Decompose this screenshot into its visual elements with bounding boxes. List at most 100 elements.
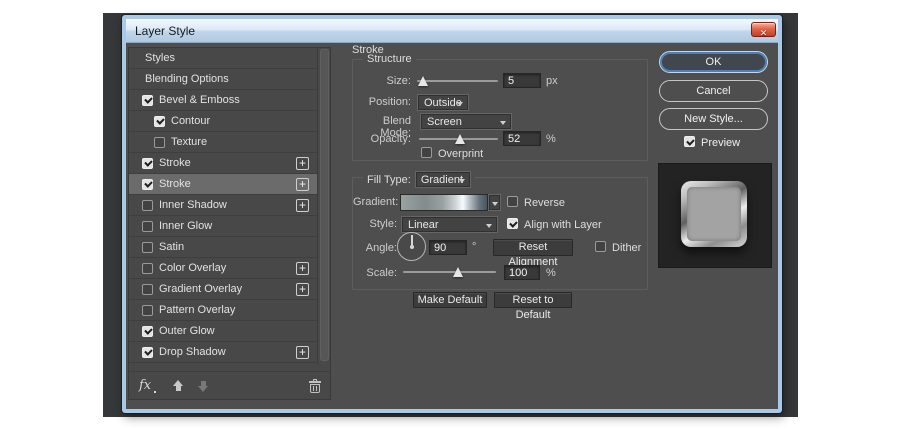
overprint-checkbox[interactable] [421,147,432,158]
align-with-layer-label: Align with Layer [524,219,602,231]
add-effect-button[interactable]: + [296,283,309,296]
fill-type-group: Fill Type: Gradient Gradient: Reverse St… [352,177,648,290]
cancel-button[interactable]: Cancel [659,80,768,102]
close-button[interactable]: ✕ [751,22,776,37]
layer-style-dialog: Layer Style ✕ Styles Blending Options B [122,15,782,413]
opacity-slider[interactable] [419,132,498,146]
style-dropdown[interactable]: Linear [401,216,498,233]
blend-mode-value: Screen [427,116,462,128]
app-backdrop: Layer Style ✕ Styles Blending Options B [103,13,798,417]
move-effect-down-icon[interactable] [198,380,209,392]
gradient-label: Gradient: [353,196,397,208]
add-effect-button[interactable]: + [296,262,309,275]
size-unit: px [546,75,558,87]
sidebar-item-stroke-2[interactable]: Stroke + [129,174,330,195]
reset-to-default-button[interactable]: Reset to Default [494,292,572,308]
sidebar-item-stroke-1[interactable]: Stroke + [129,153,330,174]
effect-checkbox[interactable] [142,95,153,106]
sidebar-item-gradient-overlay[interactable]: Gradient Overlay + [129,279,330,300]
sidebar-item-label: Contour [171,115,210,127]
preview-checkbox[interactable] [684,136,695,147]
sidebar-item-inner-glow[interactable]: Inner Glow [129,216,330,237]
style-value: Linear [408,219,439,231]
style-preview-thumbnail [658,163,772,268]
new-style-button[interactable]: New Style... [659,108,768,130]
slider-track[interactable] [403,271,496,273]
preview-stroke-ring [681,181,747,247]
preview-label: Preview [701,137,740,149]
effects-list: Styles Blending Options Bevel & Emboss C… [129,48,330,364]
effect-checkbox[interactable] [142,158,153,169]
slider-thumb[interactable] [455,134,465,144]
dither-checkbox[interactable] [595,241,606,252]
angle-dial[interactable] [397,232,426,261]
size-slider[interactable] [417,74,498,88]
effect-checkbox[interactable] [142,347,153,358]
ok-button[interactable]: OK [659,51,768,73]
gradient-swatch[interactable] [400,194,488,211]
sidebar-item-pattern-overlay[interactable]: Pattern Overlay [129,300,330,321]
fill-type-legend: Fill Type: Gradient [363,171,475,188]
add-effect-button[interactable]: + [296,178,309,191]
effect-checkbox[interactable] [142,242,153,253]
structure-legend: Structure [363,53,416,65]
effect-checkbox[interactable] [154,137,165,148]
effect-checkbox[interactable] [154,116,165,127]
structure-group: Structure Size: px Position: Outside Ble… [352,59,648,161]
effect-checkbox[interactable] [142,326,153,337]
add-effect-button[interactable]: + [296,199,309,212]
effects-list-scrollbar[interactable] [317,48,330,364]
slider-track[interactable] [417,80,498,82]
sidebar-item-inner-shadow[interactable]: Inner Shadow + [129,195,330,216]
sidebar-item-drop-shadow[interactable]: Drop Shadow + [129,342,330,363]
effect-checkbox[interactable] [142,263,153,274]
angle-input[interactable] [429,240,467,255]
make-default-button[interactable]: Make Default [413,292,487,308]
dialog-body: Styles Blending Options Bevel & Emboss C… [126,43,776,408]
sidebar-item-satin[interactable]: Satin [129,237,330,258]
scale-input[interactable] [504,265,540,280]
size-input[interactable] [503,73,541,88]
add-effect-button[interactable]: + [296,157,309,170]
effect-checkbox[interactable] [142,221,153,232]
effects-list-panel: Styles Blending Options Bevel & Emboss C… [128,47,331,400]
opacity-label: Opacity: [353,133,411,145]
add-effect-button[interactable]: + [296,346,309,359]
sidebar-item-color-overlay[interactable]: Color Overlay + [129,258,330,279]
effect-checkbox[interactable] [142,200,153,211]
dialog-titlebar[interactable]: Layer Style ✕ [126,19,778,43]
scrollbar-thumb[interactable] [320,49,329,361]
slider-thumb[interactable] [453,267,463,277]
position-dropdown[interactable]: Outside [417,94,469,111]
blend-mode-dropdown[interactable]: Screen [420,113,512,130]
effects-list-footer: fx [129,371,330,399]
scale-slider[interactable] [403,265,496,279]
scale-unit: % [546,267,556,279]
angle-label: Angle: [353,242,397,254]
move-effect-up-icon[interactable] [173,380,184,392]
sidebar-item-blending-options[interactable]: Blending Options [129,69,330,90]
reverse-checkbox[interactable] [507,196,518,207]
align-with-layer-checkbox[interactable] [507,218,518,229]
sidebar-item-texture[interactable]: Texture [129,132,330,153]
fx-menu-icon[interactable]: fx [139,378,151,393]
fill-type-value: Gradient [421,174,463,186]
sidebar-item-label: Styles [145,52,175,64]
sidebar-item-label: Color Overlay [159,262,226,274]
slider-thumb[interactable] [418,76,428,86]
effect-checkbox[interactable] [142,284,153,295]
delete-effect-icon[interactable] [309,379,321,393]
sidebar-item-bevel-emboss[interactable]: Bevel & Emboss [129,90,330,111]
gradient-picker-button[interactable] [488,194,501,211]
reset-alignment-button[interactable]: Reset Alignment [493,239,573,256]
sidebar-item-outer-glow[interactable]: Outer Glow [129,321,330,342]
sidebar-item-contour[interactable]: Contour [129,111,330,132]
effect-checkbox[interactable] [142,179,153,190]
opacity-unit: % [546,133,556,145]
fill-type-dropdown[interactable]: Gradient [415,171,471,188]
effect-checkbox[interactable] [142,305,153,316]
opacity-input[interactable] [503,131,541,146]
style-label: Style: [353,218,397,230]
sidebar-item-styles[interactable]: Styles [129,48,330,69]
chevron-down-icon [486,224,492,228]
